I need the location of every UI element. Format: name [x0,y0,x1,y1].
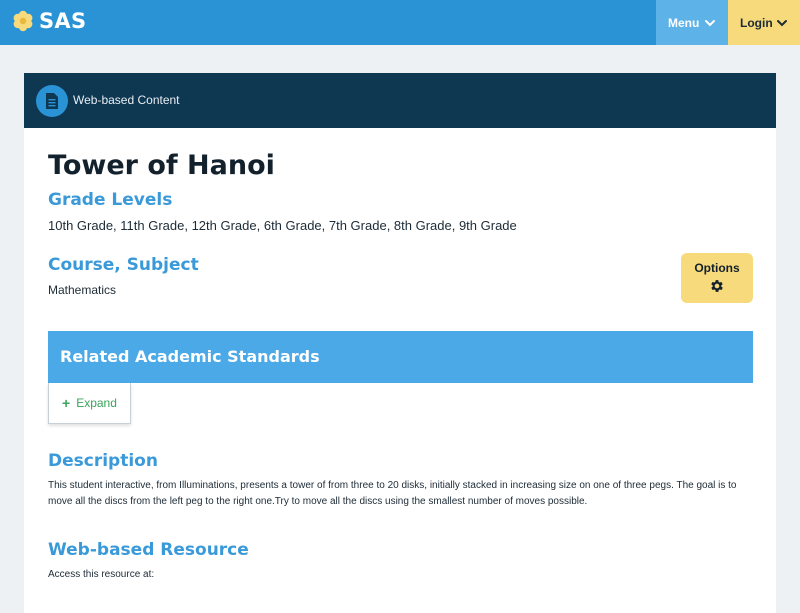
content-type-label: Web-based Content [73,93,180,107]
options-button[interactable]: Options [681,253,753,303]
flower-logo-icon [13,10,33,32]
related-standards-bar: Related Academic Standards [48,331,753,383]
course-subject-heading: Course, Subject [48,255,199,275]
document-icon [36,85,68,117]
description-text: This student interactive, from Illuminat… [48,480,737,507]
chevron-down-icon [777,20,787,27]
menu-button[interactable]: Menu [656,0,728,45]
grade-levels-heading: Grade Levels [48,190,173,210]
login-button[interactable]: Login [728,0,800,45]
web-resource-heading: Web-based Resource [48,540,249,560]
related-standards-heading: Related Academic Standards [60,347,320,366]
plus-icon: + [62,395,71,411]
chevron-down-icon [705,20,715,27]
top-navigation-bar: SAS Menu Login [0,0,800,45]
card-header: Web-based Content [24,73,776,128]
description-heading: Description [48,451,158,471]
grade-levels-value: 10th Grade, 11th Grade, 12th Grade, 6th … [48,218,517,233]
expand-button[interactable]: + Expand [48,383,131,424]
access-resource-text: Access this resource at: [48,569,155,580]
menu-label: Menu [668,15,700,30]
resource-card: Web-based Content Tower of Hanoi Grade L… [24,73,776,613]
login-label: Login [740,15,773,30]
gear-icon [711,280,723,292]
expand-label: Expand [76,396,117,410]
logo-text: SAS [39,9,87,33]
course-subject-value: Mathematics [48,283,117,297]
site-logo[interactable]: SAS [11,9,86,33]
page-title: Tower of Hanoi [48,150,275,181]
options-label: Options [694,261,740,275]
